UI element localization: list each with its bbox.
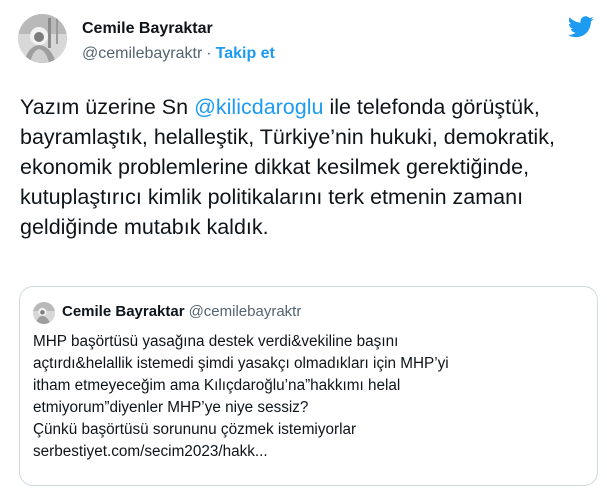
follow-button[interactable]: Takip et bbox=[216, 45, 275, 62]
tweet-embed-card: Cemile Bayraktar @cemilebayraktr · Takip e… bbox=[0, 0, 607, 497]
quoted-author-handle: @cemilebayraktr bbox=[188, 303, 302, 320]
separator-dot: · bbox=[206, 45, 212, 62]
quoted-text-line: MHP başörtüsü yasağına destek verdi&veki… bbox=[33, 333, 399, 350]
quoted-link[interactable]: serbestiyet.com/secim2023/hakk... bbox=[33, 441, 593, 463]
quoted-text-line: Çünkü başörtüsü sorununu çözmek istemiyo… bbox=[33, 421, 357, 438]
quoted-text-line: etmiyorum”diyenler MHP’ye niye sessiz? bbox=[33, 399, 309, 416]
quoted-text-line: itham etmeyeceğim ama Kılıçdaroğlu’na”ha… bbox=[33, 377, 401, 394]
author-meta-line: @cemilebayraktr · Takip et bbox=[82, 45, 275, 63]
quoted-header: Cemile Bayraktar @cemilebayraktr bbox=[62, 303, 301, 320]
tweet-text: Yazım üzerine Sn @kilicdaroglu ile telef… bbox=[20, 92, 600, 242]
quoted-text: MHP başörtüsü yasağına destek verdi&veki… bbox=[33, 331, 593, 463]
author-avatar[interactable] bbox=[18, 14, 67, 63]
quoted-author-name: Cemile Bayraktar bbox=[62, 303, 185, 320]
quoted-text-line: açtırdı&helallik istemedi şimdi yasakçı … bbox=[33, 355, 449, 372]
author-handle[interactable]: @cemilebayraktr bbox=[82, 45, 202, 62]
quoted-author-avatar bbox=[33, 302, 55, 324]
twitter-bird-icon[interactable] bbox=[567, 16, 594, 38]
mention-link[interactable]: @kilicdaroglu bbox=[194, 95, 323, 119]
quoted-tweet[interactable]: Cemile Bayraktar @cemilebayraktr MHP başö… bbox=[19, 286, 598, 486]
author-name[interactable]: Cemile Bayraktar bbox=[82, 20, 213, 38]
tweet-text-before: Yazım üzerine Sn bbox=[20, 95, 195, 119]
